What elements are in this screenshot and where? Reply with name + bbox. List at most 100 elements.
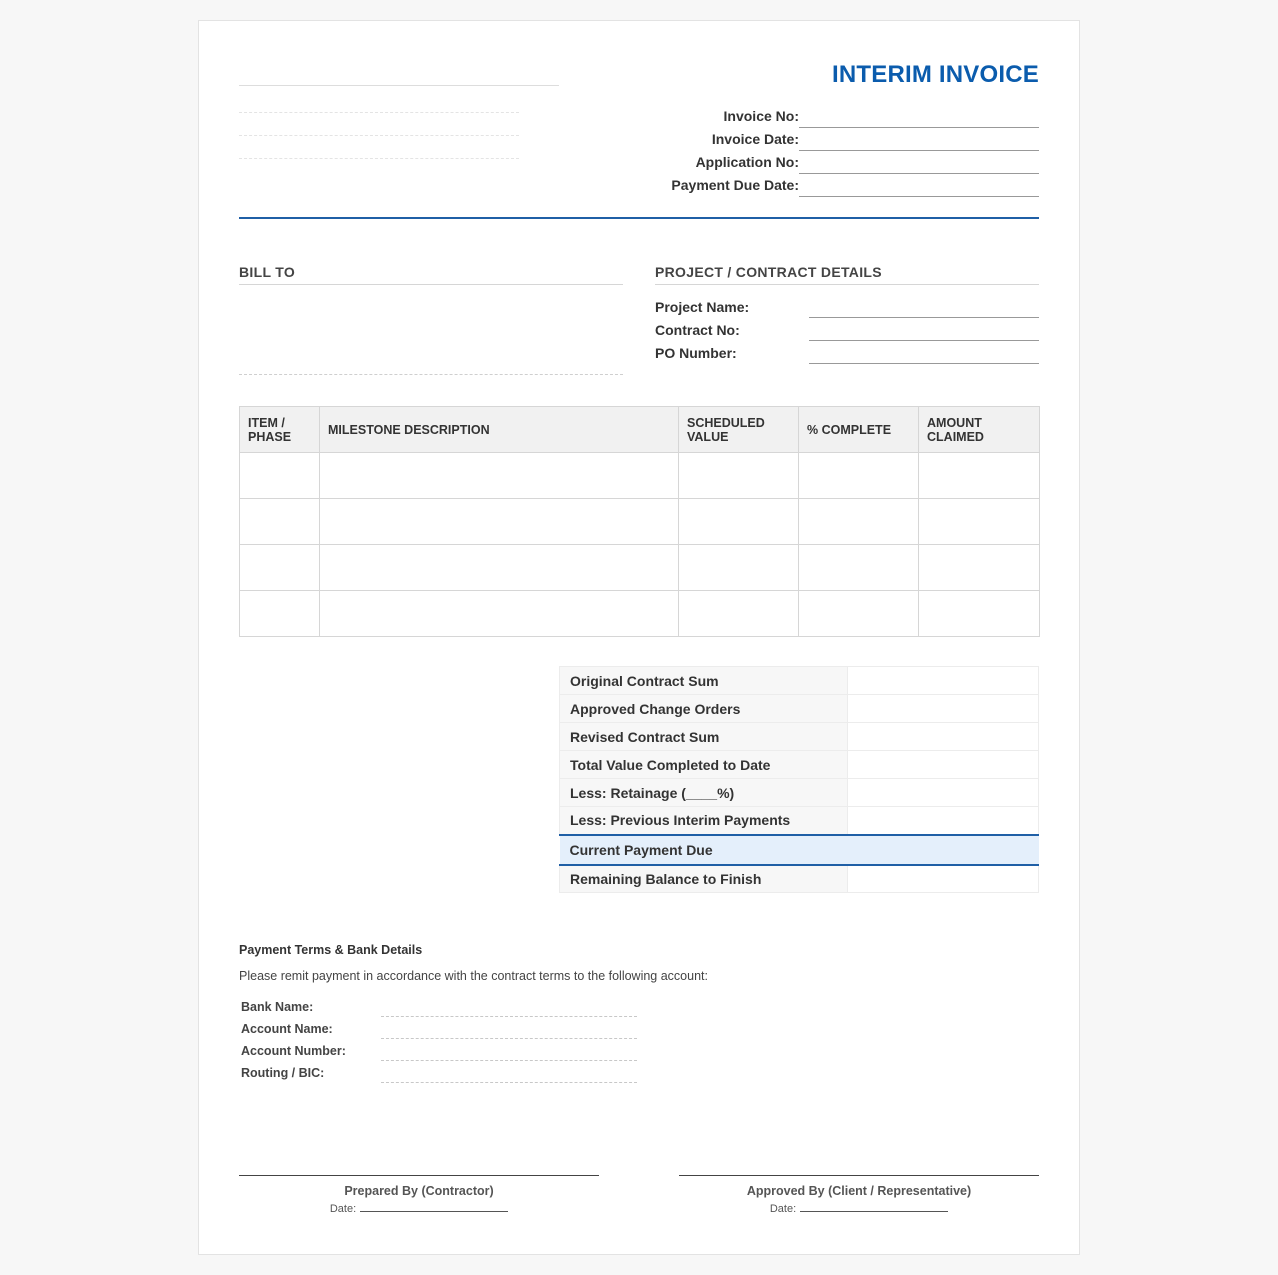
summary-label: Current Payment Due: [559, 833, 848, 866]
cell-percent-complete[interactable]: [798, 498, 919, 545]
bank-name-label: Bank Name:: [241, 1000, 314, 1014]
invoice-title: INTERIM INVOICE: [831, 61, 1039, 88]
table-row: [239, 590, 1040, 637]
prepared-by-caption: Prepared By (Contractor): [344, 1184, 494, 1198]
summary-label: Original Contract Sum: [559, 666, 848, 695]
project-name-field[interactable]: [809, 317, 1039, 318]
cell-percent-complete[interactable]: [798, 452, 919, 499]
company-address-line-1[interactable]: [239, 112, 519, 113]
po-number-field[interactable]: [809, 363, 1039, 364]
column-header-item-phase: ITEM / PHASE: [239, 406, 320, 453]
summary-label: Less: Retainage (____%): [559, 778, 848, 807]
summary-row-previous-payments: Less: Previous Interim Payments: [559, 806, 1039, 835]
cell-percent-complete[interactable]: [798, 544, 919, 591]
application-no-field[interactable]: [799, 173, 1039, 174]
bank-name-field[interactable]: [381, 1016, 637, 1017]
table-row: [239, 544, 1040, 591]
invoice-no-field[interactable]: [799, 127, 1039, 128]
summary-value-field[interactable]: [847, 864, 1039, 893]
cell-item-phase[interactable]: [239, 452, 320, 499]
summary-row-original-contract-sum: Original Contract Sum: [559, 666, 1039, 695]
cell-item-phase[interactable]: [239, 590, 320, 637]
summary-value-field[interactable]: [847, 694, 1039, 723]
company-address-line-2[interactable]: [239, 135, 519, 136]
payment-due-date-field[interactable]: [799, 196, 1039, 197]
cell-scheduled-value[interactable]: [678, 498, 799, 545]
account-number-label: Account Number:: [241, 1044, 346, 1058]
summary-row-revised-contract-sum: Revised Contract Sum: [559, 722, 1039, 751]
cell-item-phase[interactable]: [239, 544, 320, 591]
date-label: Date:: [329, 1203, 357, 1215]
approved-by-date: Date:: [679, 1202, 1039, 1215]
project-details-heading: PROJECT / CONTRACT DETAILS: [655, 264, 882, 280]
summary-label: Total Value Completed to Date: [559, 750, 848, 779]
cell-amount-claimed[interactable]: [918, 544, 1040, 591]
summary-value-field[interactable]: [847, 750, 1039, 779]
invoice-page: INTERIM INVOICE Invoice No: Invoice Date…: [198, 20, 1080, 1255]
summary-row-remaining-balance: Remaining Balance to Finish: [559, 864, 1039, 893]
table-row: [239, 452, 1040, 499]
cell-milestone-description[interactable]: [319, 452, 679, 499]
company-name-blank[interactable]: [239, 85, 559, 86]
invoice-date-field[interactable]: [799, 150, 1039, 151]
account-name-label: Account Name:: [241, 1022, 333, 1036]
routing-bic-label: Routing / BIC:: [241, 1066, 325, 1080]
invoice-no-label: Invoice No:: [723, 108, 799, 124]
table-header-row: ITEM / PHASE MILESTONE DESCRIPTION SCHED…: [239, 406, 1040, 453]
prepared-by-date-field[interactable]: [360, 1202, 509, 1212]
approved-by-caption: Approved By (Client / Representative): [746, 1184, 972, 1198]
prepared-by-date: Date:: [239, 1202, 599, 1215]
cell-amount-claimed[interactable]: [918, 452, 1040, 499]
summary-value-field[interactable]: [847, 806, 1039, 835]
cell-milestone-description[interactable]: [319, 544, 679, 591]
company-address-line-3[interactable]: [239, 158, 519, 159]
bill-to-heading: BILL TO: [239, 264, 296, 280]
summary-table: Original Contract Sum Approved Change Or…: [559, 666, 1039, 893]
date-label: Date:: [769, 1203, 797, 1215]
table-row: [239, 498, 1040, 545]
summary-value-field[interactable]: [847, 778, 1039, 807]
po-number-label: PO Number:: [655, 345, 737, 361]
bill-to-area[interactable]: [239, 287, 623, 375]
payment-due-date-label: Payment Due Date:: [671, 177, 799, 193]
project-details-rule: [655, 284, 1039, 285]
column-header-amount-claimed: AMOUNT CLAIMED: [918, 406, 1040, 453]
contract-no-label: Contract No:: [655, 322, 740, 338]
summary-row-approved-change-orders: Approved Change Orders: [559, 694, 1039, 723]
bill-to-rule: [239, 284, 623, 285]
cell-milestone-description[interactable]: [319, 590, 679, 637]
payment-terms-heading: Payment Terms & Bank Details: [239, 943, 423, 957]
cell-milestone-description[interactable]: [319, 498, 679, 545]
project-name-label: Project Name:: [655, 299, 750, 315]
application-no-label: Application No:: [695, 154, 799, 170]
prepared-by-signature-line[interactable]: [239, 1175, 599, 1176]
summary-row-total-value-completed: Total Value Completed to Date: [559, 750, 1039, 779]
summary-label: Remaining Balance to Finish: [559, 864, 848, 893]
summary-label: Approved Change Orders: [559, 694, 848, 723]
cell-scheduled-value[interactable]: [678, 452, 799, 499]
summary-label: Less: Previous Interim Payments: [559, 806, 848, 835]
cell-amount-claimed[interactable]: [918, 498, 1040, 545]
column-header-percent-complete: % COMPLETE: [798, 406, 919, 453]
milestone-table: ITEM / PHASE MILESTONE DESCRIPTION SCHED…: [239, 406, 1040, 637]
approved-by-signature-line[interactable]: [679, 1175, 1039, 1176]
summary-value-field[interactable]: [847, 722, 1039, 751]
summary-row-retainage: Less: Retainage (____%): [559, 778, 1039, 807]
cell-percent-complete[interactable]: [798, 590, 919, 637]
summary-value-field[interactable]: [847, 833, 1039, 866]
account-number-field[interactable]: [381, 1060, 637, 1061]
column-header-scheduled-value: SCHEDULED VALUE: [678, 406, 799, 453]
payment-terms-text: Please remit payment in accordance with …: [239, 969, 708, 983]
invoice-date-label: Invoice Date:: [711, 131, 799, 147]
cell-scheduled-value[interactable]: [678, 590, 799, 637]
summary-label: Revised Contract Sum: [559, 722, 848, 751]
cell-item-phase[interactable]: [239, 498, 320, 545]
approved-by-date-field[interactable]: [800, 1202, 949, 1212]
summary-value-field[interactable]: [847, 666, 1039, 695]
account-name-field[interactable]: [381, 1038, 637, 1039]
cell-amount-claimed[interactable]: [918, 590, 1040, 637]
column-header-milestone-description: MILESTONE DESCRIPTION: [319, 406, 679, 453]
cell-scheduled-value[interactable]: [678, 544, 799, 591]
routing-bic-field[interactable]: [381, 1082, 637, 1083]
contract-no-field[interactable]: [809, 340, 1039, 341]
